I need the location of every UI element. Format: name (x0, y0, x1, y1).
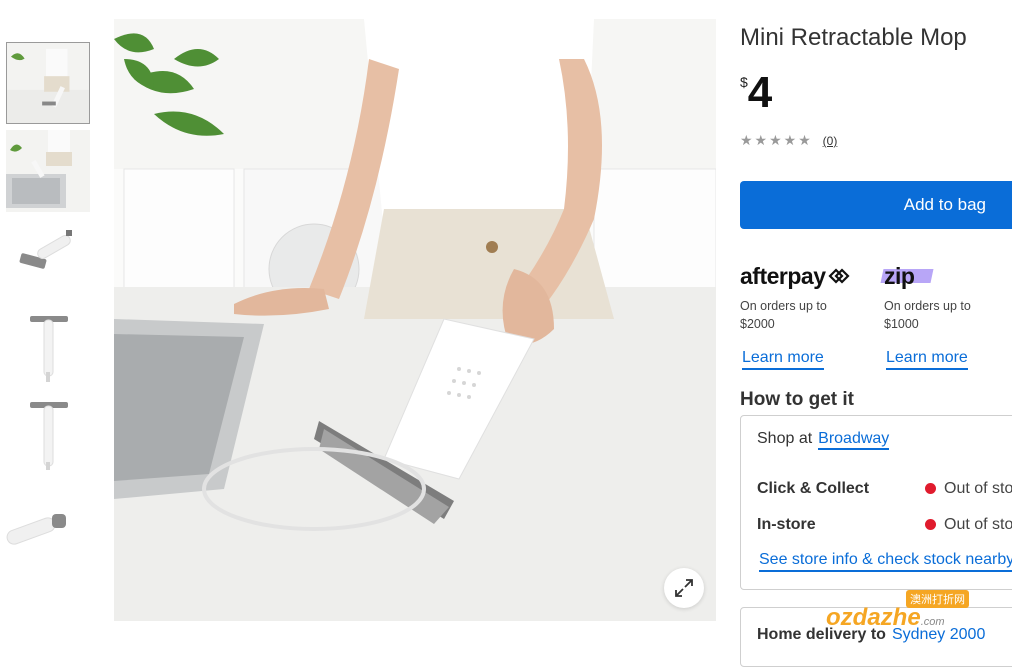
thumbnail-1[interactable] (6, 42, 90, 124)
fulfilment-box: Shop at Broadway Click & Collect Out of s… (740, 415, 1012, 590)
thumbnail-3[interactable] (6, 218, 90, 300)
afterpay-learn-more-link[interactable]: Learn more (742, 349, 824, 370)
thumbnail-4[interactable] (6, 306, 90, 388)
zip-text: On orders up to $1000 (884, 299, 971, 331)
click-collect-status: Out of stock (925, 480, 1012, 498)
price-currency: $ (740, 74, 748, 90)
out-of-stock-dot-icon (925, 519, 936, 530)
how-to-get-it-heading: How to get it (740, 389, 854, 410)
thumbnail-2[interactable] (6, 130, 90, 212)
afterpay-panel: afterpay On orders up to $2000 Learn mor… (740, 262, 880, 370)
store-info-link[interactable]: See store info & check stock nearby (759, 551, 1012, 572)
store-name-link[interactable]: Broadway (818, 430, 890, 450)
add-to-bag-button[interactable]: Add to bag (740, 181, 1012, 229)
thumbnail-6[interactable] (6, 482, 90, 564)
zip-panel: zip On orders up to $1000 Learn more (880, 262, 1012, 370)
review-count-link[interactable]: (0) (823, 134, 838, 148)
afterpay-logo: afterpay (740, 262, 880, 290)
zip-logo-text: zip (884, 262, 915, 289)
watermark-suffix: .com (920, 616, 945, 628)
rating: ★★★★★ (0) (740, 132, 837, 149)
product-title: Mini Retractable Mop (740, 24, 967, 51)
star-icon: ★★★★★ (740, 132, 813, 148)
zip-logo: zip (880, 262, 1012, 290)
product-price: $4 (740, 68, 773, 118)
out-of-stock-dot-icon (925, 483, 936, 494)
click-collect-label: Click & Collect (757, 480, 870, 497)
expand-icon (675, 579, 693, 597)
expand-image-button[interactable] (664, 568, 704, 608)
afterpay-logo-text: afterpay (740, 262, 826, 289)
price-amount: 4 (747, 68, 773, 117)
watermark-text: ozdazhe (826, 604, 921, 631)
product-main-image[interactable] (114, 19, 716, 621)
thumbnail-5[interactable] (6, 394, 90, 476)
in-store-label: In-store (757, 516, 816, 533)
in-store-status: Out of stock (925, 516, 1012, 534)
afterpay-arrows-icon (828, 268, 851, 284)
shop-at: Shop at Broadway (757, 430, 890, 450)
afterpay-text: On orders up to $2000 (740, 299, 827, 331)
zip-learn-more-link[interactable]: Learn more (886, 349, 968, 370)
watermark-logo: 澳洲打折网 ozdazhe.com (826, 590, 996, 638)
